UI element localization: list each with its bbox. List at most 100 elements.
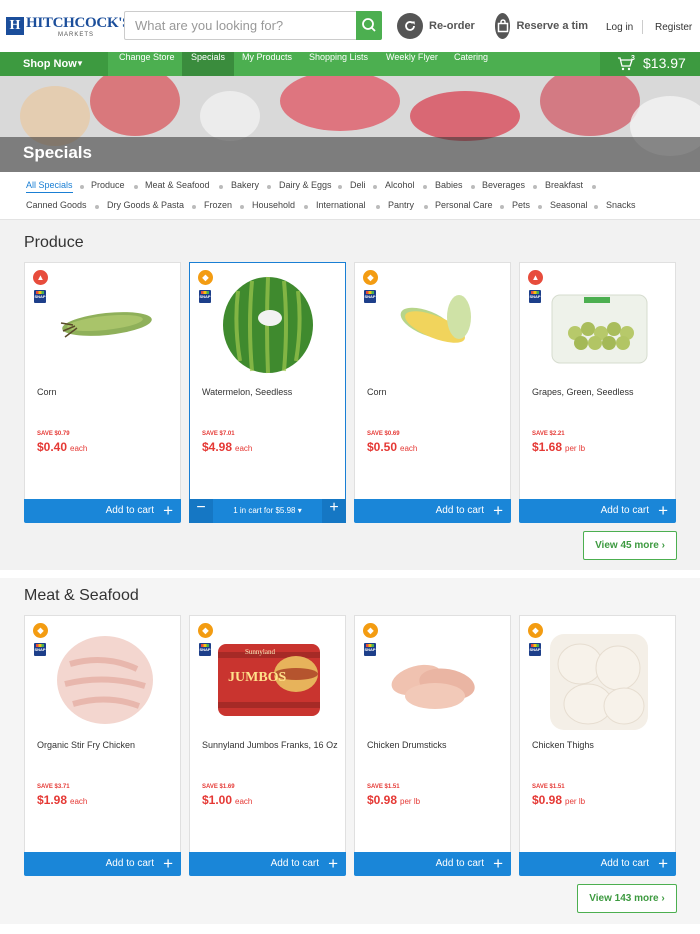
search-button[interactable] bbox=[356, 11, 382, 40]
register-link[interactable]: Register bbox=[655, 22, 692, 33]
savings-label: SAVE $1.51 bbox=[532, 784, 565, 790]
chevron-right-icon: › bbox=[661, 893, 665, 904]
category-bakery[interactable]: Bakery bbox=[231, 180, 259, 190]
product-price: $0.40 each bbox=[37, 440, 87, 454]
category-breakfast[interactable]: Breakfast bbox=[545, 180, 583, 190]
section-title-produce: Produce bbox=[24, 234, 84, 251]
price-value: $0.40 bbox=[37, 440, 68, 454]
category-snacks[interactable]: Snacks bbox=[606, 200, 636, 210]
add-to-cart-button[interactable]: Add to cart + bbox=[354, 852, 511, 876]
savings-label: SAVE $2.21 bbox=[532, 431, 565, 437]
category-dairy-eggs[interactable]: Dairy & Eggs bbox=[279, 180, 332, 190]
product-card[interactable]: ◆ SNAP Chicken Thighs SAVE $1.51 $0.98 pe… bbox=[519, 615, 676, 876]
price-unit: each bbox=[400, 444, 418, 453]
add-to-cart-button[interactable]: Add to cart + bbox=[519, 852, 676, 876]
price-value: $1.00 bbox=[202, 793, 233, 807]
category-meat-seafood[interactable]: Meat & Seafood bbox=[145, 180, 210, 190]
product-price: $1.00 each bbox=[202, 793, 252, 807]
category-babies[interactable]: Babies bbox=[435, 180, 463, 190]
product-card[interactable]: ◆ SNAP Organic Stir Fry Chicken SAVE $3.… bbox=[24, 615, 181, 876]
savings-label: SAVE $0.79 bbox=[37, 431, 70, 437]
cart-button[interactable]: 3 $13.97 bbox=[600, 52, 700, 76]
reserve-time-button[interactable]: Reserve a tim bbox=[495, 12, 588, 40]
header-divider bbox=[642, 20, 643, 34]
cart-count: 3 bbox=[631, 55, 635, 62]
category-beverages[interactable]: Beverages bbox=[482, 180, 525, 190]
banner-overlay bbox=[0, 137, 700, 172]
view-more-label: View 143 more bbox=[589, 893, 659, 904]
category-household[interactable]: Household bbox=[252, 200, 295, 210]
nav-item-specials[interactable]: Specials bbox=[182, 52, 235, 76]
search-input[interactable] bbox=[125, 12, 357, 39]
add-to-cart-button[interactable]: Add to cart + bbox=[24, 499, 181, 523]
category-produce[interactable]: Produce bbox=[91, 180, 125, 190]
product-name[interactable]: Chicken Drumsticks bbox=[367, 738, 503, 752]
category-all-specials[interactable]: All Specials bbox=[26, 180, 73, 193]
product-price: $4.98 each bbox=[202, 440, 252, 454]
savings-label: SAVE $7.01 bbox=[202, 431, 235, 437]
product-name[interactable]: Grapes, Green, Seedless bbox=[532, 385, 668, 399]
category-seasonal[interactable]: Seasonal bbox=[550, 200, 588, 210]
product-name[interactable]: Corn bbox=[367, 385, 503, 399]
section-title-meat-seafood: Meat & Seafood bbox=[24, 587, 139, 604]
in-cart-label: 1 in cart for $5.98 bbox=[233, 506, 296, 515]
nav-item-catering[interactable]: Catering bbox=[445, 52, 497, 76]
product-name[interactable]: Corn bbox=[37, 385, 173, 399]
add-to-cart-button[interactable]: Add to cart + bbox=[354, 499, 511, 523]
product-card[interactable]: ▲ SNAP Grapes, Green, Seedless SAVE $2.2… bbox=[519, 262, 676, 523]
add-to-cart-button[interactable]: Add to cart + bbox=[24, 852, 181, 876]
category-deli[interactable]: Deli bbox=[350, 180, 366, 190]
product-name[interactable]: Sunnyland Jumbos Franks, 16 Oz bbox=[202, 738, 338, 752]
category-alcohol[interactable]: Alcohol bbox=[385, 180, 415, 190]
product-name[interactable]: Organic Stir Fry Chicken bbox=[37, 738, 173, 752]
nav-item-change-store[interactable]: Change Store bbox=[110, 52, 184, 76]
reorder-icon bbox=[397, 13, 423, 39]
product-image bbox=[391, 664, 475, 709]
package-label: JUMBOS bbox=[228, 670, 287, 685]
login-link[interactable]: Log in bbox=[606, 22, 633, 33]
price-value: $0.98 bbox=[367, 793, 398, 807]
category-dry-goods-pasta[interactable]: Dry Goods & Pasta bbox=[107, 200, 184, 210]
product-card[interactable]: ◆ SNAP Sunnyland JUMBOS Sunnyland Jumbos… bbox=[189, 615, 346, 876]
add-to-cart-button[interactable]: Add to cart + bbox=[189, 852, 346, 876]
increase-quantity-button[interactable]: + bbox=[322, 499, 346, 523]
store-logo[interactable]: H HITCHCOCK'S MARKETS bbox=[6, 14, 131, 38]
add-to-cart-label: Add to cart bbox=[270, 858, 319, 869]
in-cart-dropdown[interactable]: 1 in cart for $5.98 ▾ bbox=[213, 506, 322, 515]
main-nav: Shop Now ▼ Change Store Specials My Prod… bbox=[0, 52, 700, 76]
quantity-stepper: − 1 in cart for $5.98 ▾ + bbox=[189, 499, 346, 523]
savings-label: SAVE $1.69 bbox=[202, 784, 235, 790]
product-name[interactable]: Watermelon, Seedless bbox=[202, 385, 338, 399]
plus-icon: + bbox=[493, 501, 503, 520]
product-card[interactable]: ▲ SNAP Corn SAVE $0.79 $0.40 each Add to … bbox=[24, 262, 181, 523]
view-more-produce-button[interactable]: View 45 more › bbox=[583, 531, 677, 560]
separator-dot bbox=[424, 205, 428, 209]
shop-now-menu[interactable]: Shop Now ▼ bbox=[0, 52, 108, 76]
plus-icon: + bbox=[163, 501, 173, 520]
price-unit: each bbox=[235, 797, 253, 806]
category-pantry[interactable]: Pantry bbox=[388, 200, 414, 210]
reorder-button[interactable]: Re-order bbox=[397, 12, 475, 40]
category-frozen[interactable]: Frozen bbox=[204, 200, 232, 210]
product-name[interactable]: Chicken Thighs bbox=[532, 738, 668, 752]
product-card[interactable]: ◆ SNAP Watermelon, Seedless SAVE $7.01 $… bbox=[189, 262, 346, 523]
banner-decoration bbox=[280, 76, 400, 131]
separator-dot bbox=[80, 185, 84, 189]
view-more-meat-button[interactable]: View 143 more › bbox=[577, 884, 677, 913]
price-unit: each bbox=[70, 444, 88, 453]
banner-decoration bbox=[200, 91, 260, 141]
category-international[interactable]: International bbox=[316, 200, 366, 210]
nav-item-my-products[interactable]: My Products bbox=[233, 52, 301, 76]
nav-item-shopping-lists[interactable]: Shopping Lists bbox=[300, 52, 377, 76]
decrease-quantity-button[interactable]: − bbox=[189, 499, 213, 523]
product-card[interactable]: ◆ SNAP Chicken Drumsticks SAVE $1.51 $0.… bbox=[354, 615, 511, 876]
category-pets[interactable]: Pets bbox=[512, 200, 530, 210]
category-personal-care[interactable]: Personal Care bbox=[435, 200, 493, 210]
page-title: Specials bbox=[23, 143, 92, 162]
add-to-cart-button[interactable]: Add to cart + bbox=[519, 499, 676, 523]
category-canned-goods[interactable]: Canned Goods bbox=[26, 200, 87, 210]
search-icon bbox=[362, 18, 376, 32]
product-card[interactable]: ◆ SNAP Corn SAVE $0.69 $0.50 each Add to … bbox=[354, 262, 511, 523]
separator-dot bbox=[423, 185, 427, 189]
nav-item-weekly-flyer[interactable]: Weekly Flyer bbox=[377, 52, 447, 76]
